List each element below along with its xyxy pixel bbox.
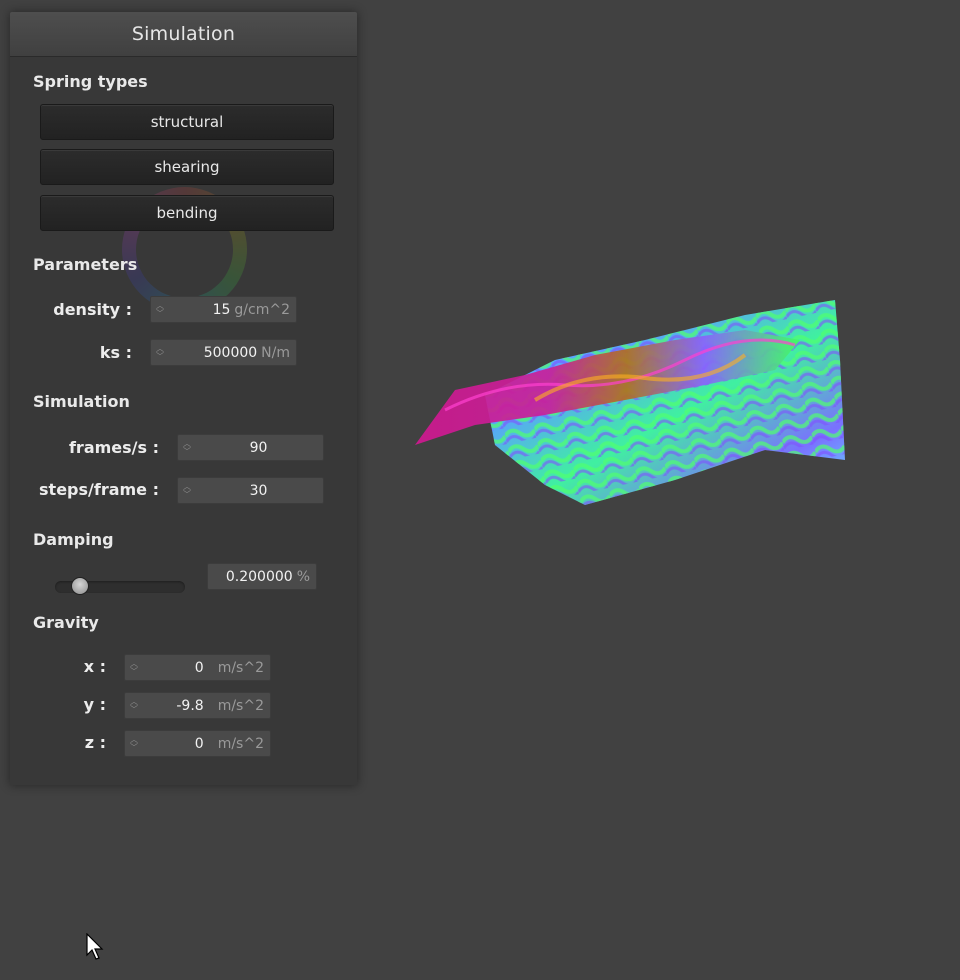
- gravity-z-label: z :: [84, 733, 106, 752]
- ks-unit: N/m: [261, 344, 290, 361]
- ks-label: ks :: [99, 343, 132, 362]
- gravity-z-value: 0: [194, 735, 204, 752]
- gravity-y-unit: m/s^2: [217, 697, 264, 714]
- density-value: 15: [212, 301, 231, 318]
- spring-types-heading: Spring types: [33, 72, 148, 91]
- damping-heading: Damping: [33, 530, 114, 549]
- cloth-mesh-viewport[interactable]: [415, 300, 850, 510]
- simulation-heading: Simulation: [33, 392, 130, 411]
- damping-slider-handle[interactable]: [71, 577, 89, 595]
- fps-field[interactable]: ︿ ﹀ 90: [177, 434, 324, 461]
- gravity-x-field[interactable]: ︿ ﹀ 0 m/s^2: [124, 654, 271, 681]
- gravity-z-unit: m/s^2: [217, 735, 264, 752]
- steps-field[interactable]: ︿ ﹀ 30: [177, 477, 324, 504]
- spinner-arrows-icon[interactable]: ︿ ﹀: [153, 340, 167, 365]
- parameters-heading: Parameters: [33, 255, 138, 274]
- shearing-button[interactable]: shearing: [40, 149, 334, 185]
- damping-unit: %: [296, 568, 310, 585]
- damping-value: 0.200000: [225, 568, 293, 585]
- spinner-arrows-icon[interactable]: ︿ ﹀: [180, 478, 194, 503]
- panel-title: Simulation: [131, 23, 236, 45]
- structural-button[interactable]: structural: [40, 104, 334, 140]
- spinner-arrows-icon[interactable]: ︿ ﹀: [127, 655, 141, 680]
- fps-value: 90: [249, 439, 268, 456]
- spinner-arrows-icon[interactable]: ︿ ﹀: [127, 693, 141, 718]
- gravity-x-label: x :: [83, 657, 106, 676]
- spinner-arrows-icon[interactable]: ︿ ﹀: [127, 731, 141, 756]
- bending-button[interactable]: bending: [40, 195, 334, 231]
- mouse-cursor-icon: [86, 933, 104, 960]
- gravity-y-label: y :: [83, 695, 106, 714]
- steps-value: 30: [249, 482, 268, 499]
- spinner-arrows-icon[interactable]: ︿ ﹀: [153, 297, 167, 322]
- panel-title-bar[interactable]: Simulation: [10, 12, 357, 57]
- density-label: density :: [53, 300, 132, 319]
- damping-field[interactable]: 0.200000 %: [207, 563, 317, 590]
- gravity-x-value: 0: [194, 659, 204, 676]
- simulation-panel: Simulation Spring types structural shear…: [10, 12, 357, 785]
- fps-label: frames/s :: [68, 438, 159, 457]
- gravity-y-value: -9.8: [176, 697, 204, 714]
- steps-label: steps/frame :: [39, 480, 159, 499]
- gravity-y-field[interactable]: ︿ ﹀ -9.8 m/s^2: [124, 692, 271, 719]
- ks-value: 500000: [203, 344, 258, 361]
- gravity-z-field[interactable]: ︿ ﹀ 0 m/s^2: [124, 730, 271, 757]
- spinner-arrows-icon[interactable]: ︿ ﹀: [180, 435, 194, 460]
- gravity-heading: Gravity: [33, 613, 99, 632]
- gravity-x-unit: m/s^2: [217, 659, 264, 676]
- density-field[interactable]: ︿ ﹀ 15 g/cm^2: [150, 296, 297, 323]
- ks-field[interactable]: ︿ ﹀ 500000 N/m: [150, 339, 297, 366]
- density-unit: g/cm^2: [234, 301, 290, 318]
